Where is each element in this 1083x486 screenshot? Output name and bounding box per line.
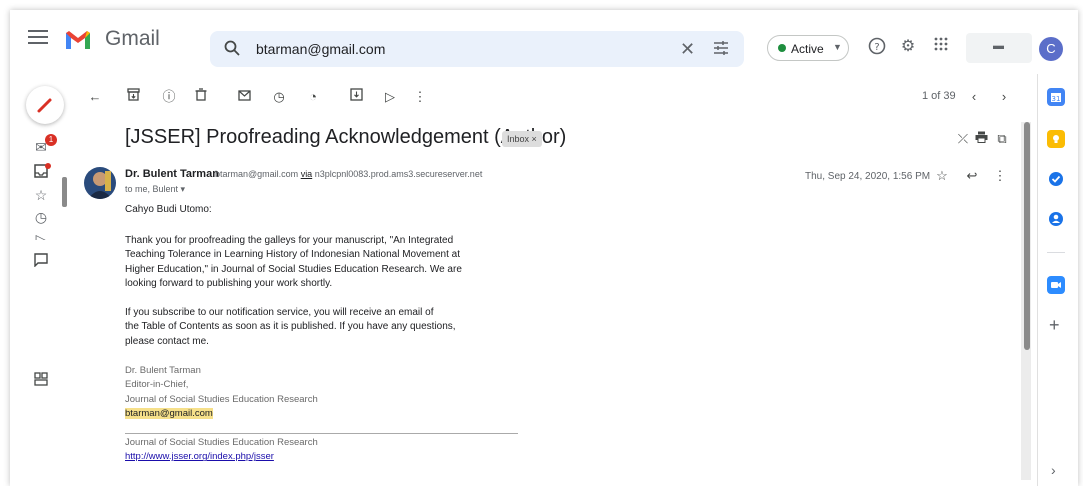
footer-block: Journal of Social Studies Education Rese… <box>125 436 318 465</box>
signature-name: Dr. Bulent Tarman <box>125 365 201 376</box>
main-menu-button[interactable] <box>28 30 48 46</box>
gmail-logo-icon[interactable] <box>64 29 92 51</box>
more-vert-icon[interactable]: ⋮ <box>411 88 429 106</box>
clear-search-icon[interactable]: ✕ <box>680 39 695 60</box>
print-icon[interactable] <box>972 130 990 148</box>
footer-journal: Journal of Social Studies Education Rese… <box>125 437 318 448</box>
app-name: Gmail <box>105 27 160 50</box>
notification-dot <box>45 163 51 169</box>
show-side-panel-chevron-icon[interactable]: › <box>1051 462 1056 478</box>
report-spam-icon[interactable]: ⓘ <box>160 88 178 106</box>
newer-chevron-left-icon[interactable]: ‹ <box>965 88 983 106</box>
trash-icon[interactable] <box>192 88 210 106</box>
signature-journal: Journal of Social Studies Education Rese… <box>125 393 318 405</box>
page-count: 1 of 39 <box>922 90 956 102</box>
back-arrow-icon[interactable]: ← <box>86 88 104 106</box>
greeting: Cahyo Budi Utomo: <box>125 204 212 215</box>
status-label: Active <box>791 42 824 56</box>
sending-server: n3plcpnl0083.prod.ams3.secureserver.net <box>314 169 483 179</box>
body-line: Teaching Tolerance in Learning History o… <box>125 249 461 261</box>
send-icon[interactable]: ▷ <box>32 230 50 240</box>
svg-text:?: ? <box>874 42 879 53</box>
recipients-dropdown[interactable]: to me, Bulent ▾ <box>125 184 185 195</box>
body-line: Thank you for proofreading the galleys f… <box>125 235 454 246</box>
mark-unread-icon[interactable] <box>235 88 253 106</box>
email-subject: [JSSER] Proofreading Acknowledgement (Au… <box>125 126 567 148</box>
body-line: please contact me. <box>125 335 209 347</box>
unread-badge: 1 <box>45 134 57 146</box>
star-icon[interactable]: ☆ <box>933 167 951 185</box>
organization-logo-icon: ▬ <box>993 40 1004 52</box>
sender-name[interactable]: Dr. Bulent Tarman <box>125 168 219 180</box>
chat-icon[interactable] <box>32 253 50 271</box>
chevron-down-icon: ▼ <box>833 42 842 52</box>
search-options-icon[interactable] <box>712 39 730 57</box>
search-bar[interactable]: btarman@gmail.com ✕ <box>210 31 744 67</box>
inbox-label-chip[interactable]: Inbox × <box>502 131 542 147</box>
archive-icon[interactable] <box>124 88 142 106</box>
more-options-icon[interactable]: ⋮ <box>991 167 1009 185</box>
search-icon[interactable] <box>224 40 240 56</box>
apps-grid-icon[interactable] <box>931 37 951 57</box>
search-input[interactable]: btarman@gmail.com <box>256 41 385 57</box>
body-line: If you subscribe to our notification ser… <box>125 307 434 318</box>
spaces-icon[interactable] <box>32 372 50 390</box>
contacts-app-icon[interactable] <box>1047 210 1065 228</box>
gmail-window: Gmail btarman@gmail.com ✕ Active ▼ ? ⚙ ▬… <box>10 10 1078 486</box>
help-icon[interactable]: ? <box>867 37 887 57</box>
signature-role: Editor-in-Chief, <box>125 379 189 391</box>
tasks-app-icon[interactable] <box>1047 170 1065 188</box>
side-panel-separator <box>1047 252 1065 253</box>
collapse-all-icon[interactable]: ⤫ <box>954 130 972 148</box>
organization-logo-button[interactable]: ▬ <box>966 33 1032 63</box>
left-nav-scrollbar[interactable] <box>62 177 67 207</box>
add-to-tasks-icon[interactable]: ◔ <box>304 88 322 106</box>
sender-email: btarman@gmail.com <box>215 169 299 179</box>
body-line: Higher Education," in Journal of Social … <box>125 263 462 275</box>
compose-button[interactable] <box>26 86 64 124</box>
signature-block: Dr. Bulent Tarman Editor-in-Chief, Journ… <box>125 364 318 422</box>
move-to-icon[interactable] <box>347 88 365 106</box>
body-paragraph-1: Thank you for proofreading the galleys f… <box>125 234 465 292</box>
older-chevron-right-icon[interactable]: › <box>995 88 1013 106</box>
zoom-app-icon[interactable] <box>1047 276 1065 294</box>
clock-icon[interactable]: ◷ <box>32 208 50 226</box>
calendar-app-icon[interactable]: 31 <box>1047 88 1065 106</box>
status-dot-icon <box>778 44 786 52</box>
body-line: the Table of Contents as soon as it is p… <box>125 321 456 333</box>
get-add-ons-plus-icon[interactable]: + <box>1049 316 1060 334</box>
settings-gear-icon[interactable]: ⚙ <box>898 37 918 57</box>
sender-email-line: btarman@gmail.com via n3plcpnl0083.prod.… <box>215 169 482 179</box>
signature-divider <box>125 433 518 434</box>
reply-icon[interactable]: ↩ <box>963 167 981 185</box>
via-link[interactable]: via <box>301 169 313 179</box>
signature-email-link[interactable]: btarman@gmail.com <box>125 408 213 420</box>
label-icon[interactable]: ▷ <box>381 88 399 106</box>
pencil-icon <box>37 98 52 113</box>
top-bar: Gmail btarman@gmail.com ✕ Active ▼ ? ⚙ ▬… <box>10 10 1078 68</box>
keep-app-icon[interactable] <box>1047 130 1065 148</box>
journal-url-link[interactable]: http://www.jsser.org/index.php/jsser <box>125 451 274 462</box>
sender-avatar <box>84 167 116 199</box>
body-line: looking forward to publishing your work … <box>125 278 333 290</box>
side-panel-divider <box>1037 74 1038 486</box>
email-date: Thu, Sep 24, 2020, 1:56 PM <box>805 171 931 182</box>
snooze-clock-icon[interactable]: ◷ <box>270 88 288 106</box>
account-avatar[interactable]: C <box>1039 37 1063 61</box>
body-paragraph-2: If you subscribe to our notification ser… <box>125 306 465 349</box>
open-new-window-icon[interactable]: ⧉ <box>993 130 1011 148</box>
svg-text:31: 31 <box>1052 95 1061 103</box>
star-icon[interactable]: ☆ <box>32 186 50 204</box>
status-dropdown[interactable]: Active ▼ <box>767 35 849 61</box>
message-scrollbar-thumb[interactable] <box>1024 122 1030 350</box>
